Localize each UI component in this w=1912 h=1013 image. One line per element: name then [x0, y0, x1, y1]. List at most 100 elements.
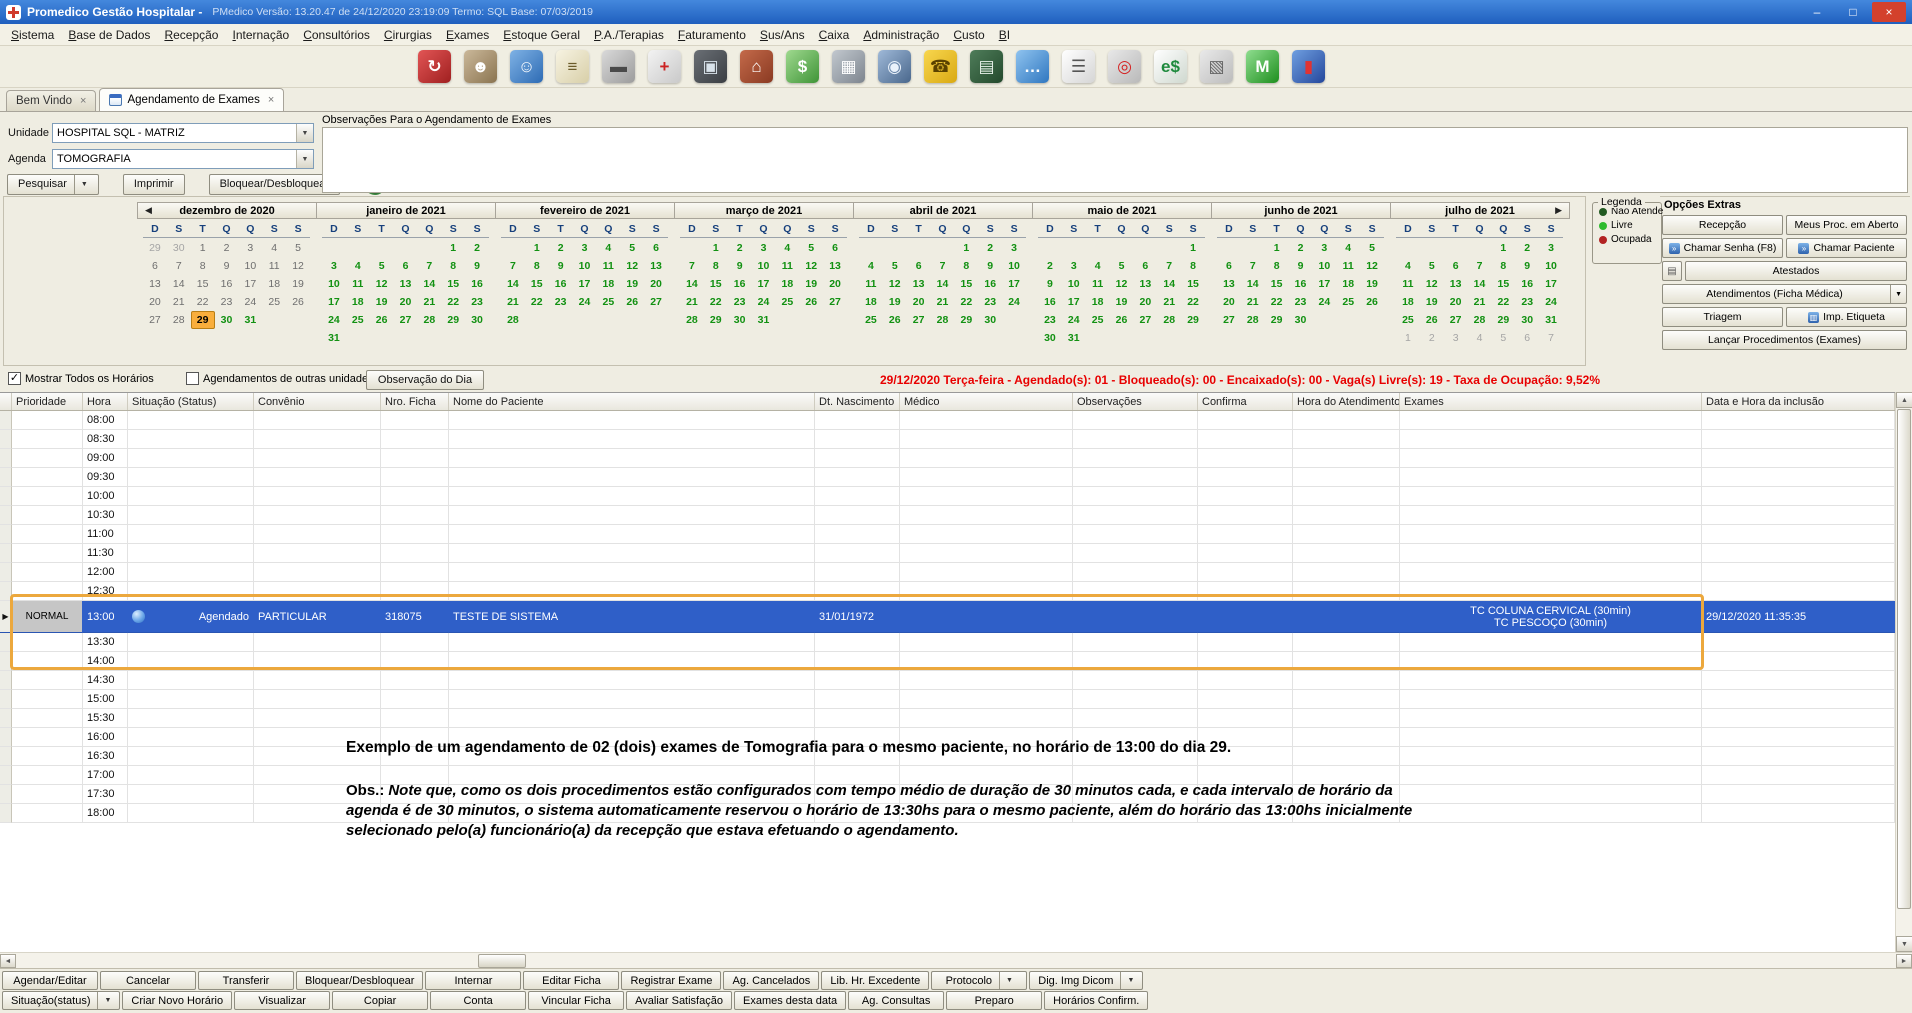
cell-observacoes[interactable]: [1073, 449, 1198, 468]
row-selector-cell[interactable]: [0, 411, 12, 430]
cell-nascimento[interactable]: [815, 563, 900, 582]
footer-button-criar-novo-horario[interactable]: Criar Novo Horário: [122, 991, 232, 1010]
schedule-row-13-30[interactable]: 13:30: [0, 633, 1895, 652]
cell-hora[interactable]: 10:30: [83, 506, 128, 525]
calendar-day[interactable]: 5: [620, 239, 644, 257]
calendar-day[interactable]: 7: [417, 257, 441, 275]
calendar-day[interactable]: 17: [573, 275, 597, 293]
calendar-day[interactable]: 3: [1312, 239, 1336, 257]
chevron-down-icon[interactable]: ▼: [296, 150, 313, 168]
calendar-day[interactable]: 30: [728, 311, 752, 329]
cell-nome[interactable]: [449, 671, 815, 690]
cell-nome[interactable]: [449, 506, 815, 525]
cell-situacao[interactable]: [128, 785, 254, 804]
calendar-day[interactable]: 6: [1217, 257, 1241, 275]
calendar-day[interactable]: 9: [728, 257, 752, 275]
billing-icon[interactable]: $: [786, 50, 819, 83]
calendar-day[interactable]: 21: [680, 293, 704, 311]
calendar-day[interactable]: 30: [1038, 329, 1062, 347]
calendar-day[interactable]: 1: [1181, 239, 1205, 257]
footer-button-agendar-editar[interactable]: Agendar/Editar: [2, 971, 98, 990]
col-header-convenio[interactable]: Convênio: [254, 393, 381, 410]
documents-icon[interactable]: ▧: [1200, 50, 1233, 83]
cell-exames[interactable]: [1400, 487, 1702, 506]
cell-hora_atendimento[interactable]: [1293, 506, 1400, 525]
cell-nome[interactable]: [449, 709, 815, 728]
calendar-day[interactable]: 22: [704, 293, 728, 311]
cell-nome[interactable]: [449, 525, 815, 544]
cell-prioridade[interactable]: [12, 449, 83, 468]
calendar-day[interactable]: 26: [620, 293, 644, 311]
calendar-day[interactable]: 21: [167, 293, 191, 311]
scroll-left-arrow-icon[interactable]: ◄: [0, 954, 16, 968]
bloquear-desbloquear-button[interactable]: Bloquear/Desbloquear: [209, 174, 340, 195]
cell-observacoes[interactable]: [1073, 690, 1198, 709]
calendar-day[interactable]: 14: [1468, 275, 1492, 293]
schedule-row-15-00[interactable]: 15:00: [0, 690, 1895, 709]
cell-prioridade[interactable]: [12, 563, 83, 582]
cell-inclusao[interactable]: [1702, 506, 1895, 525]
calendar-day[interactable]: 6: [644, 239, 668, 257]
cell-convenio[interactable]: [254, 468, 381, 487]
calendar-day[interactable]: 7: [931, 257, 955, 275]
cell-situacao[interactable]: [128, 728, 254, 747]
cell-exames[interactable]: [1400, 671, 1702, 690]
stretcher-icon[interactable]: ▬: [602, 50, 635, 83]
calendar-day[interactable]: 26: [1110, 311, 1134, 329]
cell-inclusao[interactable]: [1702, 671, 1895, 690]
calendar-day[interactable]: 12: [620, 257, 644, 275]
archive-cabinet-icon[interactable]: ▦: [832, 50, 865, 83]
cell-inclusao[interactable]: [1702, 690, 1895, 709]
unidade-combobox[interactable]: HOSPITAL SQL - MATRIZ ▼: [52, 123, 314, 143]
schedule-row-08-00[interactable]: 08:00: [0, 411, 1895, 430]
cell-medico[interactable]: [900, 468, 1073, 487]
footer-button-internar[interactable]: Internar: [425, 971, 521, 990]
calendar-day[interactable]: 10: [1539, 257, 1563, 275]
cell-observacoes[interactable]: [1073, 487, 1198, 506]
extras-button-chamar-senha-f8[interactable]: »Chamar Senha (F8): [1662, 238, 1783, 258]
calendar-day[interactable]: 26: [1360, 293, 1384, 311]
calendar-day[interactable]: 4: [262, 239, 286, 257]
calendar-day[interactable]: 9: [465, 257, 489, 275]
scroll-up-arrow-icon[interactable]: ▲: [1896, 392, 1912, 408]
cell-situacao[interactable]: [128, 582, 254, 601]
calendar-day[interactable]: 9: [549, 257, 573, 275]
calendar-day[interactable]: 1: [1265, 239, 1289, 257]
cell-convenio[interactable]: [254, 633, 381, 652]
calendar-day[interactable]: 11: [775, 257, 799, 275]
calendar-day[interactable]: 15: [954, 275, 978, 293]
cell-situacao[interactable]: [128, 430, 254, 449]
row-selector-cell[interactable]: [0, 804, 12, 823]
hospital-building-icon[interactable]: ⌂: [740, 50, 773, 83]
row-selector-cell[interactable]: ▶: [0, 601, 12, 633]
cell-hora[interactable]: 13:00: [83, 601, 128, 633]
menu-item-cirurgias[interactable]: Cirurgias: [377, 26, 439, 44]
cell-hora_atendimento[interactable]: [1293, 633, 1400, 652]
schedule-row-11-00[interactable]: 11:00: [0, 525, 1895, 544]
cell-hora_atendimento[interactable]: [1293, 449, 1400, 468]
cell-nome[interactable]: [449, 582, 815, 601]
cell-prioridade[interactable]: [12, 671, 83, 690]
calendar-day[interactable]: 30: [1515, 311, 1539, 329]
cell-nascimento[interactable]: [815, 544, 900, 563]
col-header-data-e-hora-da-inclusao[interactable]: Data e Hora da inclusão: [1702, 393, 1895, 410]
next-month-arrow-icon[interactable]: ▶: [1550, 203, 1567, 218]
pesquisar-dropdown-arrow-icon[interactable]: ▼: [74, 175, 88, 194]
cell-hora_atendimento[interactable]: [1293, 525, 1400, 544]
footer-button-exames-desta-data[interactable]: Exames desta data: [734, 991, 846, 1010]
extras-button-triagem[interactable]: Triagem: [1662, 307, 1783, 327]
calendar-day[interactable]: 19: [1110, 293, 1134, 311]
footer-button-preparo[interactable]: Preparo: [946, 991, 1042, 1010]
footer-button-horarios-confirm[interactable]: Horários Confirm.: [1044, 991, 1148, 1010]
col-header-confirma[interactable]: Confirma: [1198, 393, 1293, 410]
calendar-day[interactable]: 20: [1217, 293, 1241, 311]
cell-convenio[interactable]: [254, 690, 381, 709]
calendar-day[interactable]: 7: [1241, 257, 1265, 275]
cell-hora_atendimento[interactable]: [1293, 652, 1400, 671]
cell-confirma[interactable]: [1198, 544, 1293, 563]
calendar-day[interactable]: 8: [191, 257, 215, 275]
tab-close-icon[interactable]: ×: [268, 94, 274, 106]
col-header-hora-do-atendimento[interactable]: Hora do Atendimento: [1293, 393, 1400, 410]
cell-convenio[interactable]: [254, 652, 381, 671]
calendar-day[interactable]: 23: [1515, 293, 1539, 311]
